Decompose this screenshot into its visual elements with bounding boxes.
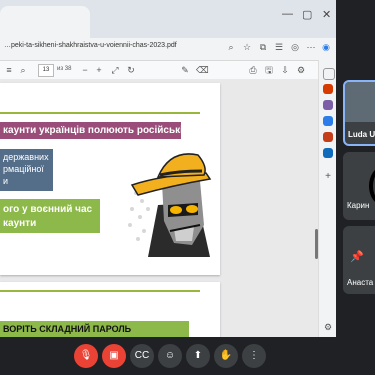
page-total: из 38 [57,66,72,72]
favorites-icon[interactable]: ☰ [274,42,284,52]
participant-tile[interactable]: 📌 Анаста [343,226,375,294]
erase-icon[interactable]: ⌫ [196,65,209,75]
pin-icon[interactable]: 📌 [350,250,364,263]
settings-icon[interactable]: ⚙ [296,65,306,75]
section-title: ВОРІТЬ СКЛАДНИЙ ПАРОЛЬ [0,321,189,337]
captions-icon[interactable]: CC [130,344,154,368]
present-icon[interactable]: ⬆ [186,344,210,368]
copilot-icon[interactable]: ◉ [321,42,331,52]
raise-hand-icon[interactable]: ✋ [214,344,238,368]
highlight-box: ого у воєнний час каунти [0,199,100,233]
more-icon[interactable]: ⋮ [242,344,266,368]
outlook-icon[interactable] [323,148,333,158]
edge-sidebar: + ⚙ [318,60,336,337]
more-icon[interactable]: ⋯ [306,42,316,52]
section-title: каунти українців полюють російські орки [0,122,181,139]
mic-off-icon[interactable]: 🎙 [74,344,98,368]
url-text[interactable]: …peki-ta-sikheni-shakhraistva-u-voiennii… [4,42,177,49]
participant-tile[interactable]: Карин [343,152,375,220]
draw-icon[interactable]: ✎ [180,65,190,75]
search-icon[interactable]: ⌕ [226,42,236,52]
page-number-input[interactable]: 13 [38,64,54,77]
search-icon[interactable] [323,68,335,80]
search-icon[interactable]: ⌕ [18,65,28,75]
pdf-viewer[interactable]: каунти українців полюють російські орки … [0,79,318,337]
office-icon[interactable] [323,132,333,142]
avatar [369,167,375,205]
tab-strip: — ▢ ✕ [0,0,336,38]
pdf-page: каунти українців полюють російські орки … [0,83,220,275]
divider [0,290,200,292]
tools-icon[interactable] [323,100,333,110]
participant-name: Анаста [347,278,374,287]
rotate-icon[interactable]: ↻ [126,65,136,75]
hacker-illustration [128,153,212,257]
browser-tab[interactable] [0,6,90,38]
shared-screen: — ▢ ✕ …peki-ta-sikheni-shakhraistva-u-vo… [0,0,336,337]
participant-name: Luda U [348,130,375,139]
close-button[interactable]: ✕ [322,8,331,21]
emoji-icon[interactable]: ☺ [158,344,182,368]
print-icon[interactable]: ⎙ [248,65,258,75]
save-as-icon[interactable]: ⇩ [280,65,290,75]
extensions-icon[interactable]: ⧉ [258,42,268,52]
pdf-toolbar: ≡ ⌕ 13 из 38 − + ⤢ ↻ ✎ ⌫ ⎙ 🖫 ⇩ ⚙ [0,61,336,80]
zoom-out-icon[interactable]: − [80,65,90,75]
star-icon[interactable]: ☆ [242,42,252,52]
divider [0,112,200,114]
minimize-button[interactable]: — [282,8,293,20]
settings-icon[interactable]: ⚙ [323,322,333,332]
participant-video [345,82,375,122]
menu-icon[interactable]: ≡ [4,65,14,75]
address-bar[interactable]: …peki-ta-sikheni-shakhraistva-u-voiennii… [0,38,336,61]
participant-name: Карин [347,201,370,210]
add-icon[interactable]: + [323,172,333,182]
participant-tile[interactable]: Luda U [343,80,375,146]
save-icon[interactable]: 🖫 [264,65,274,75]
info-box: державних рмаційної и [0,149,53,191]
camera-off-icon[interactable]: ▣ [102,344,126,368]
profile-icon[interactable]: ◎ [290,42,300,52]
fit-page-icon[interactable]: ⤢ [110,65,120,75]
zoom-in-icon[interactable]: + [94,65,104,75]
shopping-icon[interactable] [323,84,333,94]
games-icon[interactable] [323,116,333,126]
maximize-button[interactable]: ▢ [302,8,312,21]
